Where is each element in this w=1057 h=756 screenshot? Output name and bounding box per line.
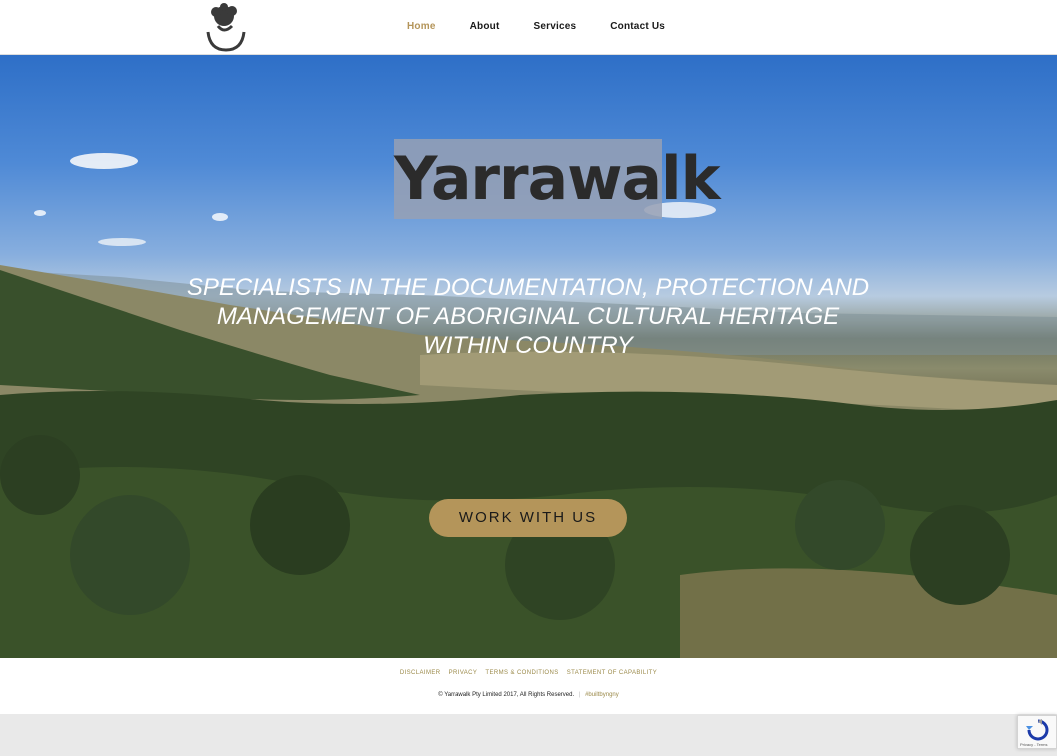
site-header: Home About Services Contact Us <box>0 0 1057 55</box>
nav-about[interactable]: About <box>470 21 500 32</box>
hero-tagline: SPECIALISTS IN THE DOCUMENTATION, PROTEC… <box>186 274 870 359</box>
site-footer <box>0 658 1057 714</box>
credit-link[interactable]: #builtbyngny <box>585 692 619 698</box>
nav-contact-us[interactable]: Contact Us <box>610 21 665 32</box>
footer-link-disclaimer[interactable]: DISCLAIMER <box>400 670 441 676</box>
footer-link-terms[interactable]: TERMS & CONDITIONS <box>485 670 558 676</box>
hero-section: Yarrawalk SPECIALISTS IN THE DOCUMENTATI… <box>0 55 1057 658</box>
footer-link-capability[interactable]: STATEMENT OF CAPABILITY <box>567 670 657 676</box>
footer-separator: | <box>578 692 581 698</box>
copyright-text: © Yarrawalk Pty Limited 2017, All Rights… <box>438 692 575 698</box>
logo-icon[interactable] <box>204 2 246 52</box>
copyright-line: © Yarrawalk Pty Limited 2017, All Rights… <box>0 692 1057 698</box>
work-with-us-button[interactable]: WORK WITH US <box>429 499 627 537</box>
recaptcha-badge[interactable]: Privacy - Terms <box>1017 715 1057 749</box>
footer-links: DISCLAIMER PRIVACY TERMS & CONDITIONS ST… <box>0 670 1057 676</box>
recaptcha-text: Privacy - Terms <box>1020 742 1048 747</box>
nav-services[interactable]: Services <box>533 21 576 32</box>
hero-title: Yarrawalk <box>394 139 720 219</box>
recaptcha-icon <box>1026 719 1049 741</box>
nav-home[interactable]: Home <box>407 21 436 32</box>
main-nav: Home About Services Contact Us <box>407 21 665 32</box>
footer-link-privacy[interactable]: PRIVACY <box>449 670 478 676</box>
